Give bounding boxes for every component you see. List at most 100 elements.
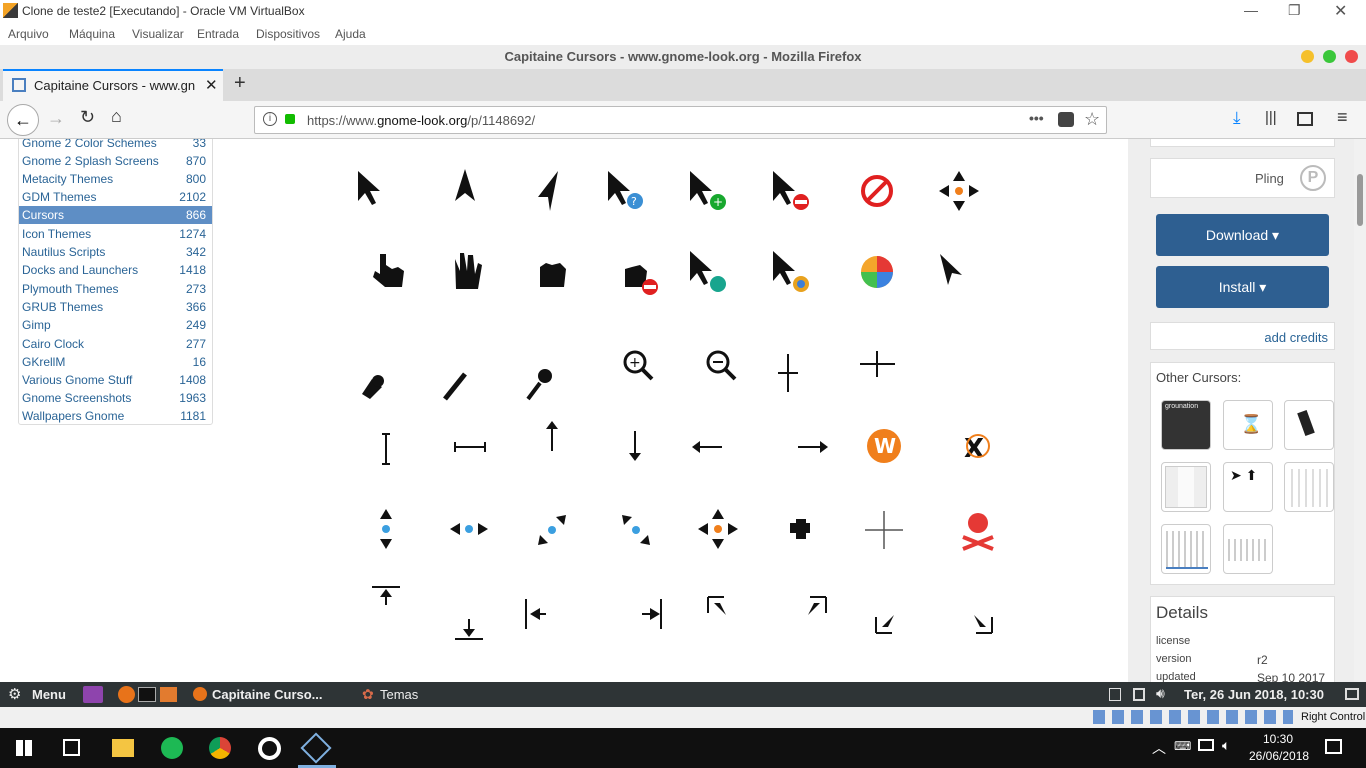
cursor-thumbnail[interactable] — [1161, 524, 1211, 574]
menu-maquina[interactable]: Máquina — [69, 27, 115, 41]
category-item[interactable]: Nautilus Scripts 342 — [19, 243, 212, 261]
back-icon[interactable]: ← — [7, 104, 39, 136]
virtualbox-task-icon[interactable] — [300, 732, 332, 764]
ring-app-icon[interactable] — [258, 737, 281, 760]
category-item[interactable]: Icon Themes 1274 — [19, 225, 212, 243]
forward-icon[interactable]: → — [47, 108, 65, 129]
menu-dispositivos[interactable]: Dispositivos — [256, 27, 320, 41]
category-item[interactable]: Gimp 249 — [19, 316, 212, 334]
firefox-title-bar: Capitaine Cursors - www.gnome-look.org -… — [0, 45, 1366, 69]
clipboard-icon[interactable] — [1109, 688, 1121, 701]
pocket-icon[interactable] — [1058, 112, 1074, 127]
terminal-launcher-icon[interactable] — [138, 687, 156, 702]
menu-arquivo[interactable]: Arquivo — [8, 27, 49, 41]
home-icon[interactable]: ⌂ — [111, 106, 122, 127]
display-icon[interactable] — [1133, 688, 1145, 701]
library-icon[interactable]: ||| — [1265, 109, 1277, 126]
category-item[interactable]: Gnome 2 Color Schemes 33 — [19, 139, 212, 152]
category-item-selected[interactable]: Cursors 866 — [19, 206, 212, 224]
category-item[interactable]: Metacity Themes 800 — [19, 170, 212, 188]
workspace-icon[interactable] — [1345, 688, 1359, 700]
restore-icon[interactable]: ❐ — [1288, 2, 1301, 19]
cursor-preview-svg: ? + + W X — [358, 169, 994, 640]
info-icon[interactable]: i — [263, 112, 277, 126]
category-item[interactable]: Gnome Screenshots 1963 — [19, 389, 212, 407]
close-icon[interactable]: ✕ — [1334, 1, 1347, 21]
cursor-thumbnail[interactable] — [1161, 462, 1211, 512]
category-item[interactable]: Various Gnome Stuff 1408 — [19, 371, 212, 389]
firefox-task-button[interactable]: Capitaine Curso... — [212, 687, 323, 702]
close-dot-icon[interactable] — [1345, 50, 1358, 63]
files-launcher-icon[interactable] — [160, 687, 177, 702]
menu-ajuda[interactable]: Ajuda — [335, 27, 366, 41]
category-item[interactable]: Cairo Clock 277 — [19, 335, 212, 353]
menu-entrada[interactable]: Entrada — [197, 27, 239, 41]
firefox-launcher-icon[interactable] — [118, 686, 135, 703]
menu-visualizar[interactable]: Visualizar — [132, 27, 184, 41]
grid-thumb-icon — [1166, 531, 1208, 569]
device-indicators-icon[interactable] — [1093, 710, 1293, 724]
pling-label: Pling — [1255, 171, 1284, 186]
sidebar-toggle-icon[interactable] — [1297, 112, 1313, 126]
spotify-icon[interactable] — [161, 737, 183, 759]
category-item[interactable]: Docks and Launchers 1418 — [19, 261, 212, 279]
category-item[interactable]: Plymouth Themes 273 — [19, 280, 212, 298]
windows-clock-date[interactable]: 26/06/2018 — [1249, 749, 1309, 763]
firefox-window-title: Capitaine Cursors - www.gnome-look.org -… — [504, 49, 862, 64]
speaker-icon[interactable]: 🔈︎ — [1222, 737, 1230, 754]
category-item[interactable]: Gnome 2 Splash Screens 870 — [19, 152, 212, 170]
reload-icon[interactable]: ↻ — [80, 107, 95, 128]
gear-icon[interactable]: ⚙ — [8, 685, 21, 703]
install-button[interactable]: Install ▾ — [1156, 266, 1329, 308]
pling-icon[interactable]: P — [1300, 165, 1326, 191]
pling-card: Pling P — [1150, 158, 1335, 198]
right-sidebar: Pling P Download ▾ Install ▾ add credits… — [1128, 139, 1354, 682]
detail-key: updated — [1156, 671, 1196, 682]
bookmark-star-icon[interactable]: ☆ — [1084, 109, 1100, 130]
tab-close-icon[interactable]: ✕ — [205, 76, 218, 94]
windows-start-icon[interactable] — [16, 740, 32, 756]
tray-chevron-icon[interactable]: ︿ — [1152, 738, 1166, 758]
volume-icon[interactable]: 🔊︎ — [1156, 685, 1165, 702]
app-launcher-icon[interactable] — [83, 686, 103, 703]
minimize-icon[interactable]: — — [1244, 2, 1258, 18]
new-tab-icon[interactable]: + — [234, 72, 246, 95]
chrome-icon[interactable] — [209, 737, 231, 759]
page-actions-icon[interactable]: ••• — [1029, 110, 1044, 126]
menu-button[interactable]: Menu — [32, 687, 66, 702]
category-item[interactable]: GKrellM 16 — [19, 353, 212, 371]
vbox-title-bar: Clone de teste2 [Executando] - Oracle VM… — [0, 0, 1366, 23]
cursor-thumbnail[interactable] — [1284, 462, 1334, 512]
windows-clock-time[interactable]: 10:30 — [1263, 732, 1293, 746]
input-method-icon[interactable]: ⌨ — [1174, 739, 1191, 753]
cursor-thumbnail[interactable]: ⌛ — [1223, 400, 1273, 450]
cursor-thumbnail[interactable] — [1284, 400, 1334, 450]
file-explorer-icon[interactable] — [112, 739, 134, 757]
category-item[interactable]: GRUB Themes 366 — [19, 298, 212, 316]
temas-task-button[interactable]: Temas — [380, 687, 418, 702]
task-view-icon[interactable] — [63, 739, 80, 756]
tab-capitaine[interactable]: Capitaine Cursors - www.gn ✕ — [3, 69, 223, 101]
minimize-dot-icon[interactable] — [1301, 50, 1314, 63]
cursor-thumbnail[interactable]: grounation — [1161, 400, 1211, 450]
notifications-icon[interactable] — [1325, 739, 1342, 754]
add-credits-link[interactable]: add credits — [1264, 330, 1328, 345]
svg-text:?: ? — [631, 195, 637, 208]
download-icon[interactable]: ⤓ — [1233, 108, 1241, 128]
maximize-dot-icon[interactable] — [1323, 50, 1336, 63]
page-scrollbar[interactable] — [1354, 139, 1366, 682]
cursor-thumbnail[interactable] — [1223, 524, 1273, 574]
download-button[interactable]: Download ▾ — [1156, 214, 1329, 256]
url-bar[interactable]: i https://www.gnome-look.org/p/1148692/ … — [254, 106, 1107, 134]
cursor-thumbnail[interactable]: ➤ ⬆ — [1223, 462, 1273, 512]
tab-bar: Capitaine Cursors - www.gn ✕ + — [0, 69, 1366, 101]
clock-datetime[interactable]: Ter, 26 Jun 2018, 10:30 — [1184, 687, 1324, 702]
scrollbar-thumb[interactable] — [1357, 174, 1363, 226]
category-item[interactable]: Wallpapers Gnome 1181 — [19, 407, 212, 425]
vbox-menubar: Arquivo Máquina Visualizar Entrada Dispo… — [0, 23, 1366, 45]
category-item[interactable]: GDM Themes 2102 — [19, 188, 212, 206]
network-icon[interactable] — [1198, 739, 1214, 751]
url-text[interactable]: https://www.gnome-look.org/p/1148692/ — [307, 113, 535, 128]
hamburger-menu-icon[interactable]: ≡ — [1337, 107, 1348, 128]
url-path: /p/1148692/ — [467, 113, 536, 128]
